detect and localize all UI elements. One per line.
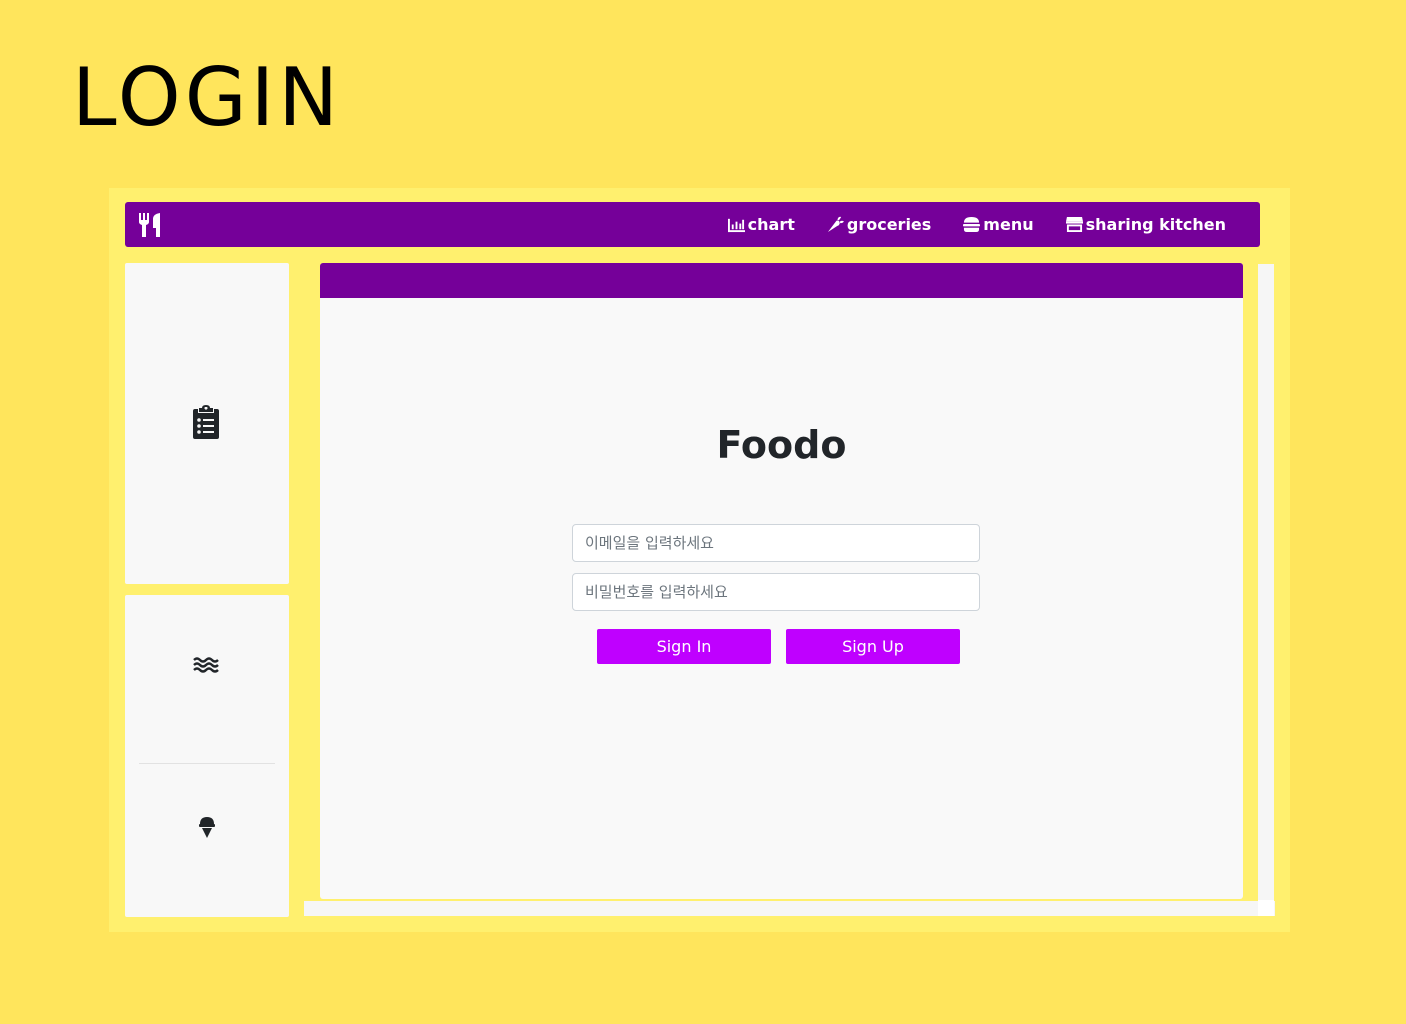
clipboard-list-icon[interactable] (193, 405, 219, 439)
water-waves-icon[interactable] (193, 657, 219, 673)
utensils-icon[interactable] (139, 213, 161, 237)
scrollbar-corner (1258, 900, 1274, 916)
sign-up-button[interactable]: Sign Up (786, 629, 960, 664)
nav-link-groceries[interactable]: groceries (827, 215, 931, 234)
top-navbar: chart groceries menu sharing kitchen (125, 202, 1260, 247)
chart-icon (727, 218, 745, 233)
password-input[interactable] (572, 573, 980, 611)
vertical-scrollbar[interactable] (1258, 264, 1274, 914)
sign-in-button[interactable]: Sign In (597, 629, 771, 664)
horizontal-scrollbar[interactable] (304, 901, 1275, 916)
app-title: Foodo (716, 423, 847, 467)
sidebar-divider (139, 763, 275, 764)
login-panel: Foodo Sign In Sign Up (320, 263, 1243, 899)
nav-link-label: groceries (846, 215, 932, 234)
nav-link-chart[interactable]: chart (727, 215, 795, 234)
carrot-icon (827, 216, 844, 233)
nav-link-menu[interactable]: menu (963, 215, 1034, 234)
burger-icon (963, 216, 981, 233)
app-window: chart groceries menu sharing kitchen Foo… (109, 188, 1290, 932)
store-icon (1065, 216, 1083, 233)
email-input[interactable] (572, 524, 980, 562)
nav-link-label: chart (747, 215, 795, 234)
nav-link-sharing-kitchen[interactable]: sharing kitchen (1065, 215, 1226, 234)
sidebar-card-top (125, 263, 289, 584)
nav-link-label: menu (983, 215, 1034, 234)
sidebar-card-bottom (125, 595, 289, 917)
page-heading: LOGIN (72, 51, 343, 144)
nav-links: chart groceries menu sharing kitchen (727, 202, 1226, 247)
panel-header (320, 263, 1243, 298)
nav-link-label: sharing kitchen (1085, 215, 1226, 234)
ice-cream-icon[interactable] (199, 816, 215, 838)
